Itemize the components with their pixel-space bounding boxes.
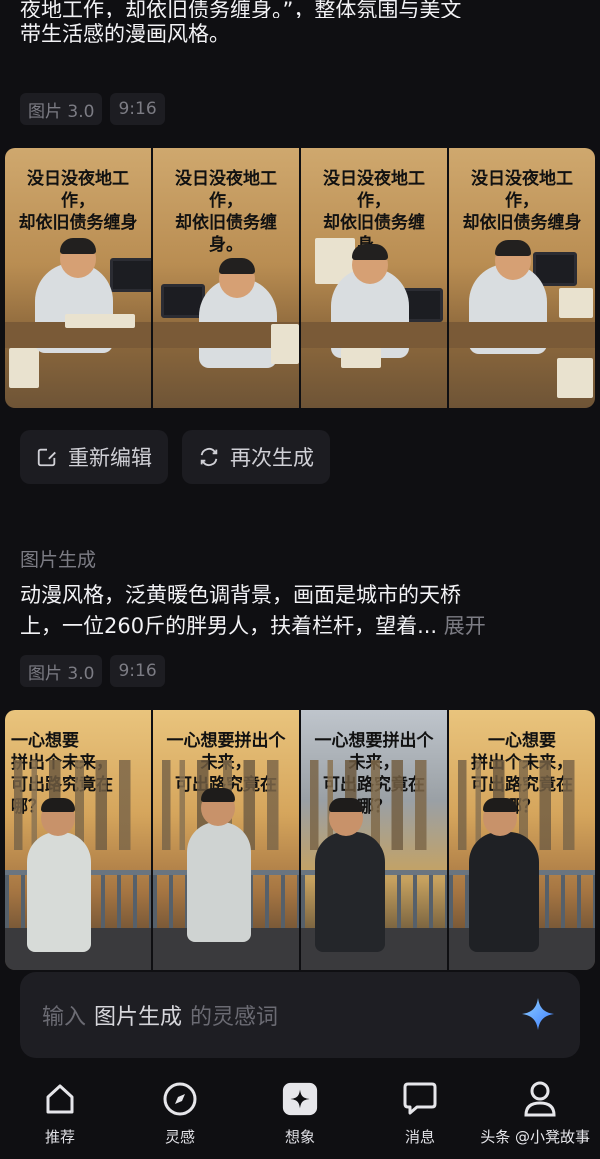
generated-image-3[interactable]: 一心想要拼出个未来， 可出路究竟在哪？ (301, 710, 447, 970)
image-actions: 重新编辑 再次生成 (20, 430, 330, 484)
section-label: 图片生成 (20, 549, 97, 571)
tab-imagine[interactable]: 想象 (240, 1064, 360, 1159)
generated-images-office: 没日没夜地工作， 却依旧债务缠身 没日没夜地工作， 却依旧债务缠身。 没日没夜地… (5, 148, 595, 408)
compass-icon (161, 1080, 199, 1118)
paper-stack (341, 348, 381, 368)
message-icon (401, 1080, 439, 1118)
tags-row-1: 图片 3.0 9:16 (20, 93, 165, 125)
generated-image-2[interactable]: 没日没夜地工作， 却依旧债务缠身。 (153, 148, 299, 408)
paper-stack (557, 358, 593, 398)
paper-stack (65, 314, 135, 328)
man-figure (27, 798, 91, 952)
tab-label: 想象 (284, 1128, 315, 1146)
prompt-line2: 上，一位260斤的胖男人，扶着栏杆，望着... (20, 614, 438, 638)
desk (449, 322, 595, 348)
ratio-tag: 9:16 (110, 93, 165, 125)
re-edit-button[interactable]: 重新编辑 (20, 430, 168, 484)
previous-prompt-line1: 夜地工作，却依旧债务缠身。”，整体氛围与美文 (20, 0, 462, 18)
generated-images-bridge: 一心想要 拼出个未来， 可出路究竟在哪？ 一心想要拼出个未来， 可出路究竟在哪？… (5, 710, 595, 970)
desk (301, 322, 447, 348)
image-caption: 没日没夜地工作， 却依旧债务缠身 (18, 169, 138, 233)
regenerate-button[interactable]: 再次生成 (182, 430, 330, 484)
paper-stack (271, 324, 299, 364)
input-mode-label[interactable]: 图片生成 (94, 999, 182, 1031)
home-icon (41, 1080, 79, 1118)
refresh-icon (200, 448, 218, 466)
man-figure (315, 798, 385, 952)
generated-image-2[interactable]: 一心想要拼出个未来， 可出路究竟在哪？ (153, 710, 299, 970)
worker-hair (352, 244, 388, 260)
regenerate-label: 再次生成 (230, 446, 314, 470)
tab-inspiration[interactable]: 灵感 (120, 1064, 240, 1159)
ratio-tag: 9:16 (110, 655, 165, 687)
model-tag: 图片 3.0 (20, 93, 103, 125)
man-figure (469, 798, 539, 952)
image-caption: 没日没夜地工作， 却依旧债务缠身 (462, 169, 582, 233)
tab-label: 消息 (404, 1128, 435, 1146)
man-hair (41, 798, 75, 812)
expand-link[interactable]: 展开 (444, 614, 486, 638)
tab-label: 灵感 (164, 1128, 195, 1146)
city-skyline (301, 760, 447, 850)
generated-image-4[interactable]: 一心想要 拼出个未来， 可出路究竟在哪？ (449, 710, 595, 970)
generated-image-1[interactable]: 没日没夜地工作， 却依旧债务缠身 (5, 148, 151, 408)
worker-hair (219, 258, 255, 274)
generated-image-4[interactable]: 没日没夜地工作， 却依旧债务缠身 (449, 148, 595, 408)
previous-prompt-line2: 带生活感的漫画风格。 (20, 22, 230, 46)
sparkle-icon[interactable] (520, 996, 556, 1032)
prompt-line1: 动漫风格，泛黄暖色调背景，画面是城市的天桥 (20, 583, 461, 607)
worker-hair (495, 240, 531, 256)
tab-label: 推荐 (44, 1128, 75, 1146)
re-edit-label: 重新编辑 (68, 446, 152, 470)
input-placeholder-prefix: 输入 (42, 1005, 87, 1030)
worker-hair (60, 238, 96, 254)
man-figure (187, 788, 251, 942)
edit-icon (37, 448, 56, 467)
paper-stack (9, 348, 39, 388)
tab-messages[interactable]: 消息 (360, 1064, 480, 1159)
man-hair (201, 788, 235, 802)
tags-row-2: 图片 3.0 9:16 (20, 655, 165, 687)
generated-image-3[interactable]: 没日没夜地工作， 却依旧债务缠身。 (301, 148, 447, 408)
paper-stack (559, 288, 593, 318)
previous-prompt: 夜地工作，却依旧债务缠身。”，整体氛围与美文 带生活感的漫画风格。 (20, 0, 580, 51)
prompt-input[interactable]: 输入 图片生成 的灵感词 (20, 972, 580, 1058)
man-hair (329, 798, 363, 812)
generated-image-1[interactable]: 一心想要 拼出个未来， 可出路究竟在哪？ (5, 710, 151, 970)
prompt-text: 动漫风格，泛黄暖色调背景，画面是城市的天桥 上，一位260斤的胖男人，扶着栏杆，… (20, 580, 580, 642)
tab-recommend[interactable]: 推荐 (0, 1064, 120, 1159)
monitor (110, 258, 151, 292)
image-caption: 没日没夜地工作， 却依旧债务缠身。 (175, 169, 277, 255)
sparkle-icon (281, 1080, 319, 1118)
watermark: 头条 @小凳故事 (480, 1128, 590, 1146)
man-hair (483, 798, 517, 812)
model-tag: 图片 3.0 (20, 655, 103, 687)
input-placeholder-suffix: 的灵感词 (190, 1005, 279, 1030)
user-icon (521, 1080, 559, 1118)
